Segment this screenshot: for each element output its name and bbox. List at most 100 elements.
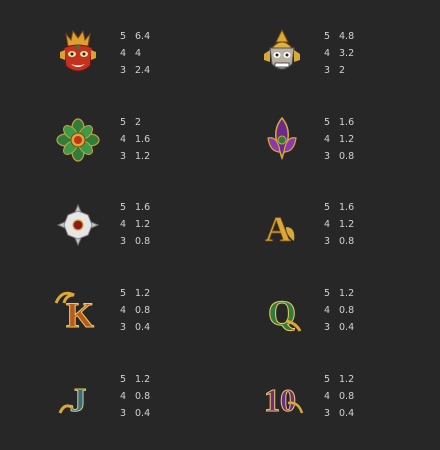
pay-count: 4 bbox=[120, 391, 127, 402]
pay-row: 32 bbox=[324, 62, 354, 79]
pay-row: 4 0.8 bbox=[324, 302, 354, 319]
pay-count: 3 bbox=[324, 236, 331, 247]
pay-count: 4 bbox=[324, 391, 331, 402]
pay-value: 1.6 bbox=[135, 202, 151, 213]
pay-value: 0.8 bbox=[135, 391, 151, 402]
pay-value: 0.4 bbox=[135, 322, 151, 333]
pay-row: 52 bbox=[120, 114, 150, 131]
pay-row: 44 bbox=[120, 45, 150, 62]
pay-value: 2.4 bbox=[135, 65, 151, 76]
paytable-values: 5 4.8 4 3.2 32 bbox=[324, 28, 354, 79]
pay-count: 4 bbox=[120, 48, 127, 59]
pay-count: 3 bbox=[324, 65, 331, 76]
pay-count: 3 bbox=[324, 408, 331, 419]
paytable-cell-golden-guardian-mask: 5 4.8 4 3.2 32 bbox=[256, 26, 440, 96]
pay-row: 3 0.8 bbox=[324, 148, 354, 165]
svg-text:J: J bbox=[70, 382, 87, 419]
pay-value: 4 bbox=[135, 48, 142, 59]
pay-count: 4 bbox=[324, 305, 331, 316]
pay-value: 6.4 bbox=[135, 31, 151, 42]
pay-value: 1.6 bbox=[339, 117, 355, 128]
pay-row: 3 0.8 bbox=[120, 233, 150, 250]
pay-count: 5 bbox=[324, 117, 331, 128]
pay-row: 4 0.8 bbox=[120, 302, 150, 319]
pay-count: 3 bbox=[120, 322, 127, 333]
pay-count: 4 bbox=[324, 134, 331, 145]
pay-row: 3 0.4 bbox=[324, 405, 354, 422]
paytable-values: 5 1.2 4 0.8 3 0.4 bbox=[324, 371, 354, 422]
svg-text:Q: Q bbox=[268, 293, 296, 333]
paytable-cell-letter-q: Q 5 1.2 4 0.8 3 0.4 bbox=[256, 283, 440, 353]
pay-value: 4.8 bbox=[339, 31, 355, 42]
pay-row: 5 1.6 bbox=[324, 199, 354, 216]
pay-row: 4 3.2 bbox=[324, 45, 354, 62]
pay-value: 1.2 bbox=[339, 219, 355, 230]
svg-text:10: 10 bbox=[264, 382, 296, 418]
letter-a-icon: A bbox=[256, 197, 308, 249]
pay-count: 5 bbox=[120, 288, 127, 299]
pay-value: 1.2 bbox=[135, 219, 151, 230]
pay-count: 5 bbox=[120, 202, 127, 213]
pay-row: 5 1.2 bbox=[324, 285, 354, 302]
pay-row: 4 0.8 bbox=[120, 388, 150, 405]
pay-count: 4 bbox=[120, 219, 127, 230]
svg-text:A: A bbox=[265, 209, 291, 249]
pay-row: 5 1.2 bbox=[120, 285, 150, 302]
pay-count: 5 bbox=[120, 117, 127, 128]
paytable-cell-number-10: 10 5 1.2 4 0.8 3 0.4 bbox=[256, 369, 440, 439]
pay-row: 3 0.4 bbox=[120, 405, 150, 422]
pay-row: 5 1.6 bbox=[324, 114, 354, 131]
pay-count: 4 bbox=[120, 305, 127, 316]
pay-row: 5 4.8 bbox=[324, 28, 354, 45]
pay-value: 0.8 bbox=[339, 236, 355, 247]
pay-value: 1.2 bbox=[135, 374, 151, 385]
pay-row: 3 0.4 bbox=[324, 319, 354, 336]
paytable-cell-letter-k: K 5 1.2 4 0.8 3 0.4 bbox=[52, 283, 242, 353]
pay-count: 3 bbox=[324, 151, 331, 162]
svg-text:K: K bbox=[66, 295, 94, 335]
pay-row: 3 1.2 bbox=[120, 148, 150, 165]
pay-row: 5 1.6 bbox=[120, 199, 150, 216]
green-flower-icon bbox=[52, 112, 104, 164]
pay-count: 4 bbox=[324, 219, 331, 230]
paytable-values: 5 1.6 4 1.2 3 0.8 bbox=[324, 114, 354, 165]
paytable-cell-red-demon-mask: 5 6.4 44 3 2.4 bbox=[52, 26, 242, 96]
pay-value: 1.2 bbox=[339, 288, 355, 299]
pay-value: 0.8 bbox=[339, 391, 355, 402]
pay-value: 0.8 bbox=[339, 305, 355, 316]
pay-value: 0.8 bbox=[135, 305, 151, 316]
paytable-cell-green-flower: 52 4 1.6 3 1.2 bbox=[52, 112, 242, 182]
pay-value: 2 bbox=[339, 65, 346, 76]
paytable-values: 5 1.6 4 1.2 3 0.8 bbox=[120, 199, 150, 250]
number-10-icon: 10 bbox=[256, 369, 308, 421]
pay-row: 5 6.4 bbox=[120, 28, 150, 45]
paytable-values: 5 6.4 44 3 2.4 bbox=[120, 28, 150, 79]
pay-row: 3 0.8 bbox=[324, 233, 354, 250]
golden-guardian-mask-icon bbox=[256, 26, 308, 78]
pay-count: 5 bbox=[324, 202, 331, 213]
letter-q-icon: Q bbox=[256, 283, 308, 335]
pay-row: 4 0.8 bbox=[324, 388, 354, 405]
pay-count: 5 bbox=[324, 31, 331, 42]
pay-row: 5 1.2 bbox=[120, 371, 150, 388]
pay-count: 4 bbox=[120, 134, 127, 145]
paytable-cell-silver-diamond: 5 1.6 4 1.2 3 0.8 bbox=[52, 197, 242, 267]
pay-value: 2 bbox=[135, 117, 142, 128]
pay-count: 4 bbox=[324, 48, 331, 59]
pay-count: 5 bbox=[324, 288, 331, 299]
paytable-cell-letter-j: J 5 1.2 4 0.8 3 0.4 bbox=[52, 369, 242, 439]
paytable-values: 5 1.2 4 0.8 3 0.4 bbox=[120, 285, 150, 336]
paytable-cell-letter-a: A 5 1.6 4 1.2 3 0.8 bbox=[256, 197, 440, 267]
paytable-cell-purple-lotus: 5 1.6 4 1.2 3 0.8 bbox=[256, 112, 440, 182]
pay-value: 0.8 bbox=[339, 151, 355, 162]
red-demon-mask-icon bbox=[52, 26, 104, 78]
paytable-values: 5 1.6 4 1.2 3 0.8 bbox=[324, 199, 354, 250]
pay-count: 3 bbox=[120, 65, 127, 76]
pay-row: 4 1.2 bbox=[324, 216, 354, 233]
paytable-values: 52 4 1.6 3 1.2 bbox=[120, 114, 150, 165]
pay-row: 3 2.4 bbox=[120, 62, 150, 79]
purple-lotus-icon bbox=[256, 112, 308, 164]
pay-count: 5 bbox=[120, 31, 127, 42]
pay-value: 1.2 bbox=[135, 288, 151, 299]
pay-count: 5 bbox=[120, 374, 127, 385]
